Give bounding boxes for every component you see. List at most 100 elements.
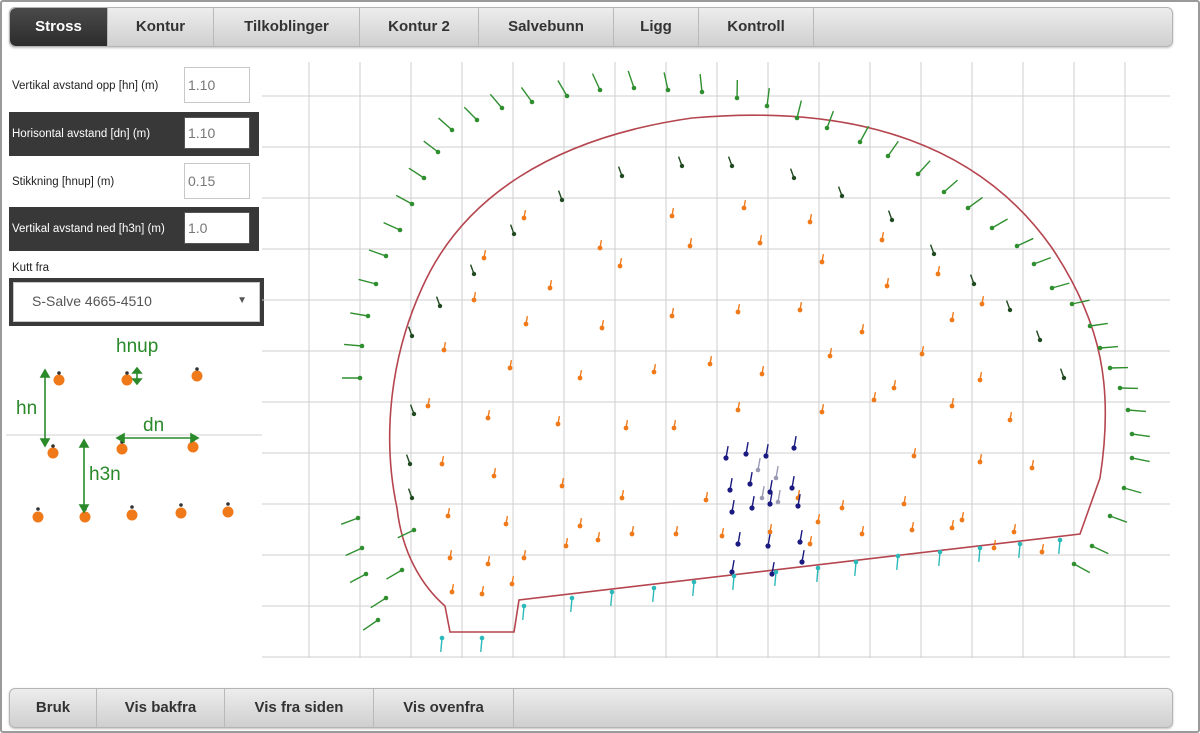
stross-hole[interactable]	[671, 419, 677, 431]
stross-hole[interactable]	[977, 371, 983, 383]
stross-hole[interactable]	[819, 253, 825, 265]
cut-reliever-hole[interactable]	[773, 466, 779, 481]
inner-contour-hole[interactable]	[469, 264, 477, 277]
cut-hole[interactable]	[729, 560, 735, 575]
stross-hole[interactable]	[1007, 411, 1013, 423]
contour-hole[interactable]	[438, 117, 455, 133]
inner-contour-hole[interactable]	[887, 210, 895, 223]
floor-hole[interactable]	[651, 585, 657, 603]
tab-salvebunn[interactable]: Salvebunn	[479, 8, 614, 46]
stross-hole[interactable]	[979, 295, 985, 307]
stross-hole[interactable]	[441, 341, 447, 353]
contour-hole[interactable]	[591, 73, 603, 93]
cut-hole[interactable]	[749, 496, 755, 511]
contour-hole[interactable]	[627, 70, 637, 91]
floor-hole[interactable]	[815, 565, 821, 583]
inner-contour-hole[interactable]	[837, 186, 845, 199]
contour-hole[interactable]	[423, 140, 441, 155]
kutt-fra-select[interactable]: S-Salve 4665-4510 ▼	[9, 278, 264, 326]
stross-hole[interactable]	[445, 507, 451, 519]
contour-hole[interactable]	[1031, 256, 1052, 267]
stross-hole[interactable]	[949, 311, 955, 323]
stross-hole[interactable]	[629, 525, 635, 537]
stross-hole[interactable]	[597, 239, 603, 251]
floor-hole[interactable]	[691, 579, 697, 597]
contour-hole[interactable]	[663, 72, 671, 93]
stross-hole[interactable]	[599, 319, 605, 331]
stross-hole[interactable]	[485, 555, 491, 567]
contour-hole[interactable]	[463, 106, 480, 123]
contour-hole[interactable]	[408, 167, 427, 181]
floor-hole[interactable]	[937, 549, 943, 567]
stross-hole[interactable]	[669, 207, 675, 219]
inner-contour-hole[interactable]	[1059, 368, 1067, 381]
stross-hole[interactable]	[449, 583, 455, 595]
stross-hole[interactable]	[807, 213, 813, 225]
stross-hole[interactable]	[707, 355, 713, 367]
tab-ligg[interactable]: Ligg	[614, 8, 699, 46]
stross-hole[interactable]	[959, 511, 965, 523]
contour-hole[interactable]	[358, 278, 379, 287]
stross-hole[interactable]	[735, 303, 741, 315]
inner-contour-hole[interactable]	[557, 190, 565, 203]
stross-hole[interactable]	[555, 415, 561, 427]
inner-contour-hole[interactable]	[677, 156, 685, 169]
cut-hole[interactable]	[735, 532, 741, 547]
stross-hole[interactable]	[479, 585, 485, 597]
cut-hole[interactable]	[789, 476, 795, 491]
inner-contour-hole[interactable]	[929, 244, 937, 257]
contour-hole[interactable]	[1097, 345, 1118, 351]
stross-hole[interactable]	[949, 519, 955, 531]
stross-hole[interactable]	[827, 347, 833, 359]
contour-hole[interactable]	[857, 125, 870, 145]
floor-hole[interactable]	[895, 553, 901, 571]
floor-hole[interactable]	[1017, 541, 1023, 559]
vis-bakfra-button[interactable]: Vis bakfra	[97, 689, 225, 727]
stross-hole[interactable]	[797, 301, 803, 313]
stross-hole[interactable]	[669, 307, 675, 319]
stross-hole[interactable]	[884, 277, 890, 289]
cut-hole[interactable]	[743, 442, 749, 457]
stross-hole[interactable]	[735, 401, 741, 413]
cut-hole[interactable]	[797, 530, 803, 545]
tab-kontroll[interactable]: Kontroll	[699, 8, 814, 46]
stross-hole[interactable]	[523, 315, 529, 327]
cut-hole[interactable]	[747, 472, 753, 487]
cut-hole[interactable]	[791, 436, 797, 451]
contour-hole[interactable]	[989, 218, 1008, 231]
floor-hole[interactable]	[479, 635, 485, 653]
stross-hole[interactable]	[859, 323, 865, 335]
contour-hole[interactable]	[344, 343, 365, 349]
stross-hole[interactable]	[547, 279, 553, 291]
cut-reliever-hole[interactable]	[759, 486, 765, 501]
contour-hole[interactable]	[1014, 237, 1034, 249]
contour-hole[interactable]	[1125, 407, 1146, 413]
tab-kontur[interactable]: Kontur	[108, 8, 214, 46]
cut-reliever-hole[interactable]	[755, 458, 761, 473]
contour-hole[interactable]	[734, 79, 740, 101]
stross-hole[interactable]	[491, 467, 497, 479]
floor-hole[interactable]	[853, 559, 859, 577]
contour-hole[interactable]	[915, 160, 931, 177]
contour-hole[interactable]	[965, 196, 984, 211]
stross-hole[interactable]	[481, 249, 487, 261]
stross-hole[interactable]	[815, 513, 821, 525]
contour-hole[interactable]	[941, 179, 958, 195]
contour-hole[interactable]	[1117, 385, 1139, 391]
stross-hole[interactable]	[503, 515, 509, 527]
floor-hole[interactable]	[731, 573, 737, 591]
contour-hole[interactable]	[885, 140, 899, 159]
stross-hole[interactable]	[807, 535, 813, 547]
stross-hole[interactable]	[901, 495, 907, 507]
contour-hole[interactable]	[1089, 543, 1109, 555]
stross-hole[interactable]	[595, 531, 601, 543]
contour-hole[interactable]	[362, 617, 381, 631]
vis-fra-siden-button[interactable]: Vis fra siden	[225, 689, 374, 727]
stross-hole[interactable]	[507, 359, 513, 371]
contour-hole[interactable]	[1087, 322, 1108, 329]
contour-hole[interactable]	[386, 567, 405, 580]
inner-contour-hole[interactable]	[969, 274, 977, 287]
contour-hole[interactable]	[395, 194, 415, 207]
contour-hole[interactable]	[489, 93, 505, 111]
stross-hole[interactable]	[1029, 459, 1035, 471]
